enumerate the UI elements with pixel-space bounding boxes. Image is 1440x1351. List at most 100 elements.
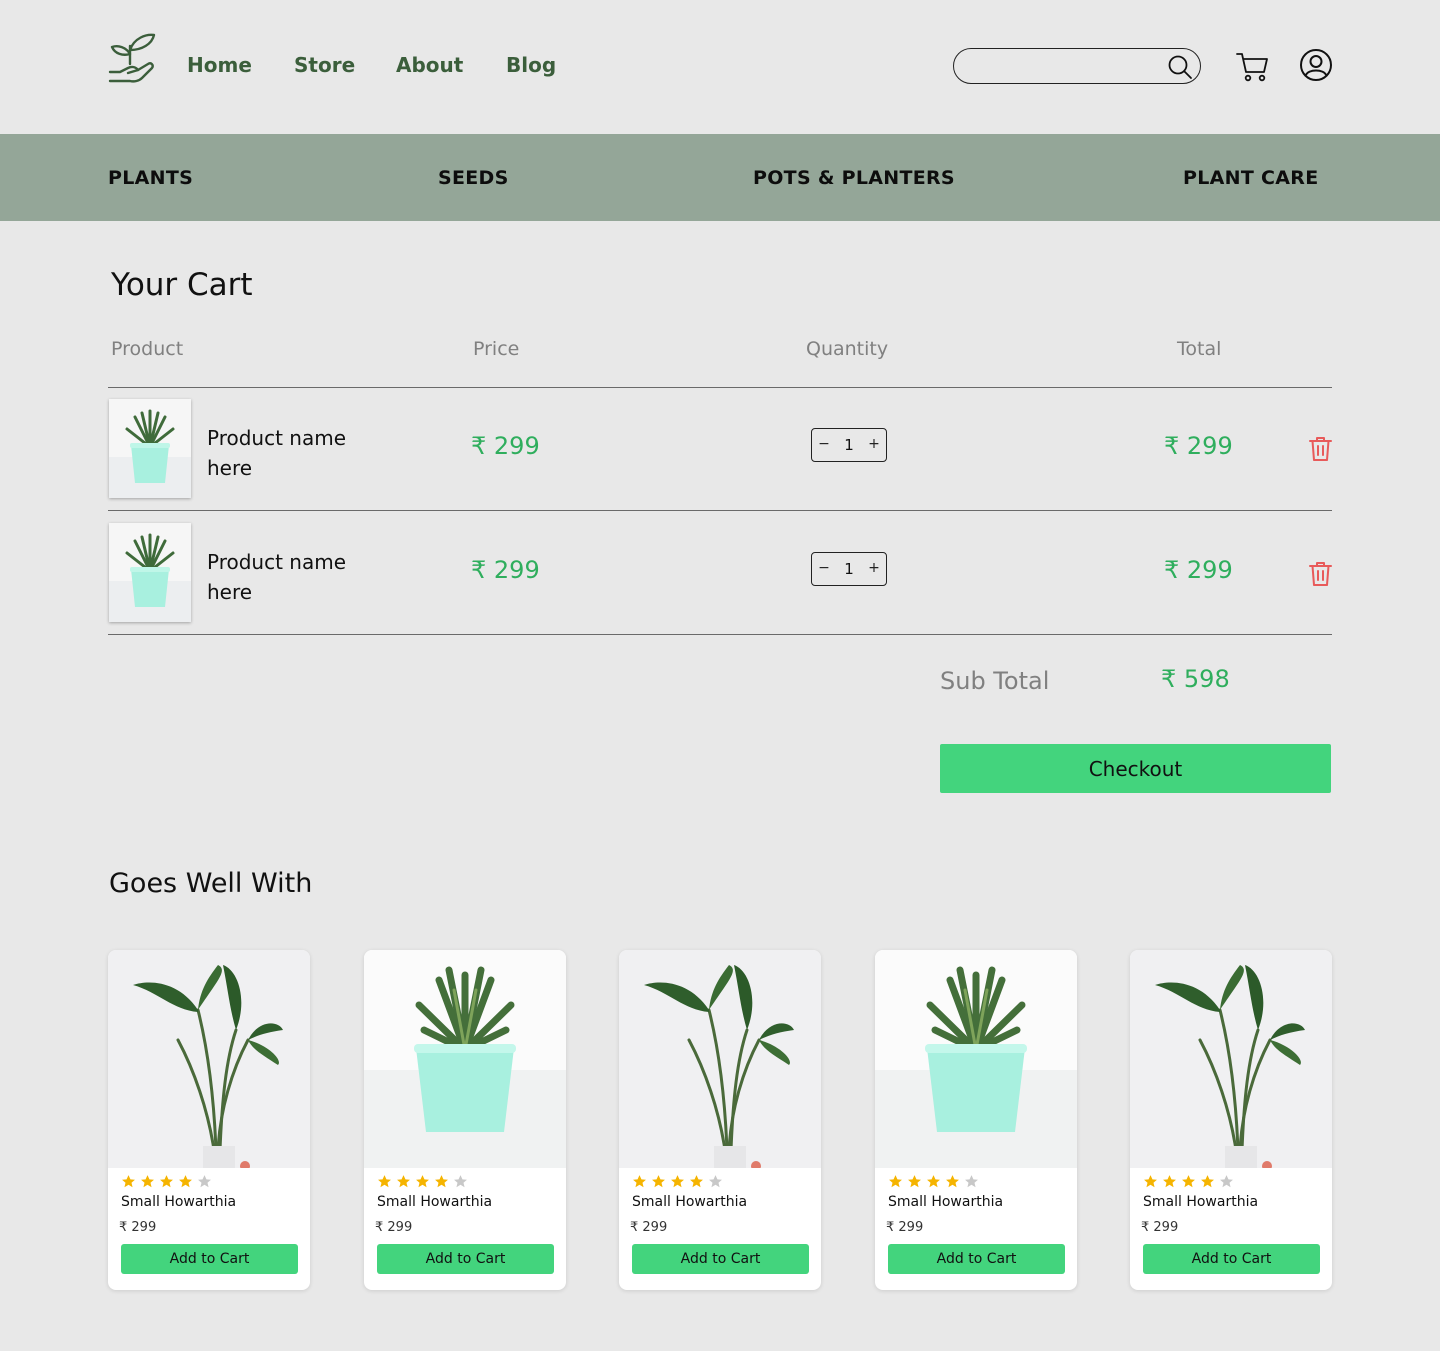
star-icon	[160, 1175, 173, 1188]
quantity-stepper: − 1 +	[811, 428, 887, 462]
column-header-price: Price	[473, 338, 520, 360]
quantity-value[interactable]: 1	[840, 434, 858, 456]
product-card[interactable]: Small Howarthia ₹ 299 Add to Cart	[875, 950, 1077, 1290]
product-card-name[interactable]: Small Howarthia	[888, 1194, 1003, 1210]
user-account-icon[interactable]	[1299, 48, 1333, 82]
product-image[interactable]	[364, 950, 566, 1168]
divider	[108, 634, 1332, 635]
trash-icon[interactable]	[1308, 435, 1333, 462]
star-icon	[889, 1175, 902, 1188]
star-icon	[454, 1175, 467, 1188]
category-pots-planters[interactable]: POTS & PLANTERS	[753, 167, 955, 189]
column-header-total: Total	[1177, 338, 1222, 360]
decrease-quantity-button[interactable]: −	[815, 558, 833, 578]
star-icon	[179, 1175, 192, 1188]
site-header: Home Store About Blog	[0, 0, 1440, 134]
product-card-name[interactable]: Small Howarthia	[1143, 1194, 1258, 1210]
monstera-plant-image	[1130, 950, 1332, 1171]
add-to-cart-button[interactable]: Add to Cart	[632, 1244, 809, 1274]
product-image[interactable]	[108, 950, 310, 1171]
line-total: ₹ 299	[1164, 432, 1233, 460]
product-name[interactable]: Product name here	[207, 547, 377, 607]
line-total: ₹ 299	[1164, 556, 1233, 584]
product-price: ₹ 299	[471, 556, 540, 584]
star-icon	[946, 1175, 959, 1188]
divider	[108, 510, 1332, 511]
quantity-stepper: − 1 +	[811, 552, 887, 586]
column-header-quantity: Quantity	[806, 338, 889, 360]
search-box[interactable]	[953, 48, 1201, 84]
star-icon	[709, 1175, 722, 1188]
star-icon	[122, 1175, 135, 1188]
nav-about[interactable]: About	[396, 53, 463, 77]
product-card[interactable]: Small Howarthia ₹ 299 Add to Cart	[364, 950, 566, 1290]
star-rating	[377, 1174, 472, 1190]
star-rating	[121, 1174, 216, 1190]
product-name[interactable]: Product name here	[207, 423, 377, 483]
product-card[interactable]: Small Howarthia ₹ 299 Add to Cart	[108, 950, 310, 1290]
quantity-value[interactable]: 1	[840, 558, 858, 580]
product-card-name[interactable]: Small Howarthia	[377, 1194, 492, 1210]
product-card[interactable]: Small Howarthia ₹ 299 Add to Cart	[1130, 950, 1332, 1290]
column-header-product: Product	[111, 338, 184, 360]
star-icon	[965, 1175, 978, 1188]
cart-icon[interactable]	[1234, 48, 1270, 84]
page-title: Your Cart	[111, 267, 253, 303]
trash-icon[interactable]	[1308, 560, 1333, 587]
category-plants[interactable]: PLANTS	[108, 167, 193, 189]
add-to-cart-button[interactable]: Add to Cart	[1143, 1244, 1320, 1274]
succulent-pot-image	[875, 950, 1077, 1168]
product-card-price: ₹ 299	[119, 1220, 157, 1235]
checkout-button[interactable]: Checkout	[940, 744, 1331, 793]
product-card-name[interactable]: Small Howarthia	[632, 1194, 747, 1210]
product-price: ₹ 299	[471, 432, 540, 460]
star-icon	[1201, 1175, 1214, 1188]
product-thumbnail[interactable]	[109, 523, 191, 622]
monstera-plant-image	[108, 950, 310, 1171]
monstera-plant-image	[619, 950, 821, 1171]
category-plant-care[interactable]: PLANT CARE	[1183, 167, 1318, 189]
decrease-quantity-button[interactable]: −	[815, 434, 833, 454]
product-card-name[interactable]: Small Howarthia	[121, 1194, 236, 1210]
star-icon	[397, 1175, 410, 1188]
increase-quantity-button[interactable]: +	[865, 434, 883, 454]
product-image[interactable]	[1130, 950, 1332, 1171]
star-icon	[378, 1175, 391, 1188]
product-thumbnail[interactable]	[109, 399, 191, 498]
plant-logo-icon[interactable]	[106, 30, 158, 86]
star-icon	[908, 1175, 921, 1188]
category-seeds[interactable]: SEEDS	[438, 167, 509, 189]
nav-store[interactable]: Store	[294, 53, 355, 77]
nav-blog[interactable]: Blog	[506, 53, 556, 77]
star-icon	[1182, 1175, 1195, 1188]
star-icon	[198, 1175, 211, 1188]
product-image[interactable]	[875, 950, 1077, 1168]
star-icon	[1163, 1175, 1176, 1188]
star-icon	[1220, 1175, 1233, 1188]
succulent-pot-image	[364, 950, 566, 1168]
add-to-cart-button[interactable]: Add to Cart	[888, 1244, 1065, 1274]
succulent-pot-image	[109, 523, 191, 622]
product-image[interactable]	[619, 950, 821, 1171]
star-icon	[1144, 1175, 1157, 1188]
star-rating	[1143, 1174, 1238, 1190]
product-card-price: ₹ 299	[1141, 1220, 1179, 1235]
star-icon	[671, 1175, 684, 1188]
divider	[108, 387, 1332, 388]
star-icon	[633, 1175, 646, 1188]
product-card-price: ₹ 299	[886, 1220, 924, 1235]
star-rating	[632, 1174, 727, 1190]
search-input[interactable]	[970, 55, 1160, 77]
subtotal-label: Sub Total	[940, 667, 1050, 695]
product-card-price: ₹ 299	[375, 1220, 413, 1235]
search-icon[interactable]	[1166, 53, 1194, 81]
add-to-cart-button[interactable]: Add to Cart	[121, 1244, 298, 1274]
increase-quantity-button[interactable]: +	[865, 558, 883, 578]
star-icon	[141, 1175, 154, 1188]
product-card[interactable]: Small Howarthia ₹ 299 Add to Cart	[619, 950, 821, 1290]
succulent-pot-image	[109, 399, 191, 498]
add-to-cart-button[interactable]: Add to Cart	[377, 1244, 554, 1274]
star-icon	[416, 1175, 429, 1188]
star-icon	[690, 1175, 703, 1188]
nav-home[interactable]: Home	[187, 53, 252, 77]
